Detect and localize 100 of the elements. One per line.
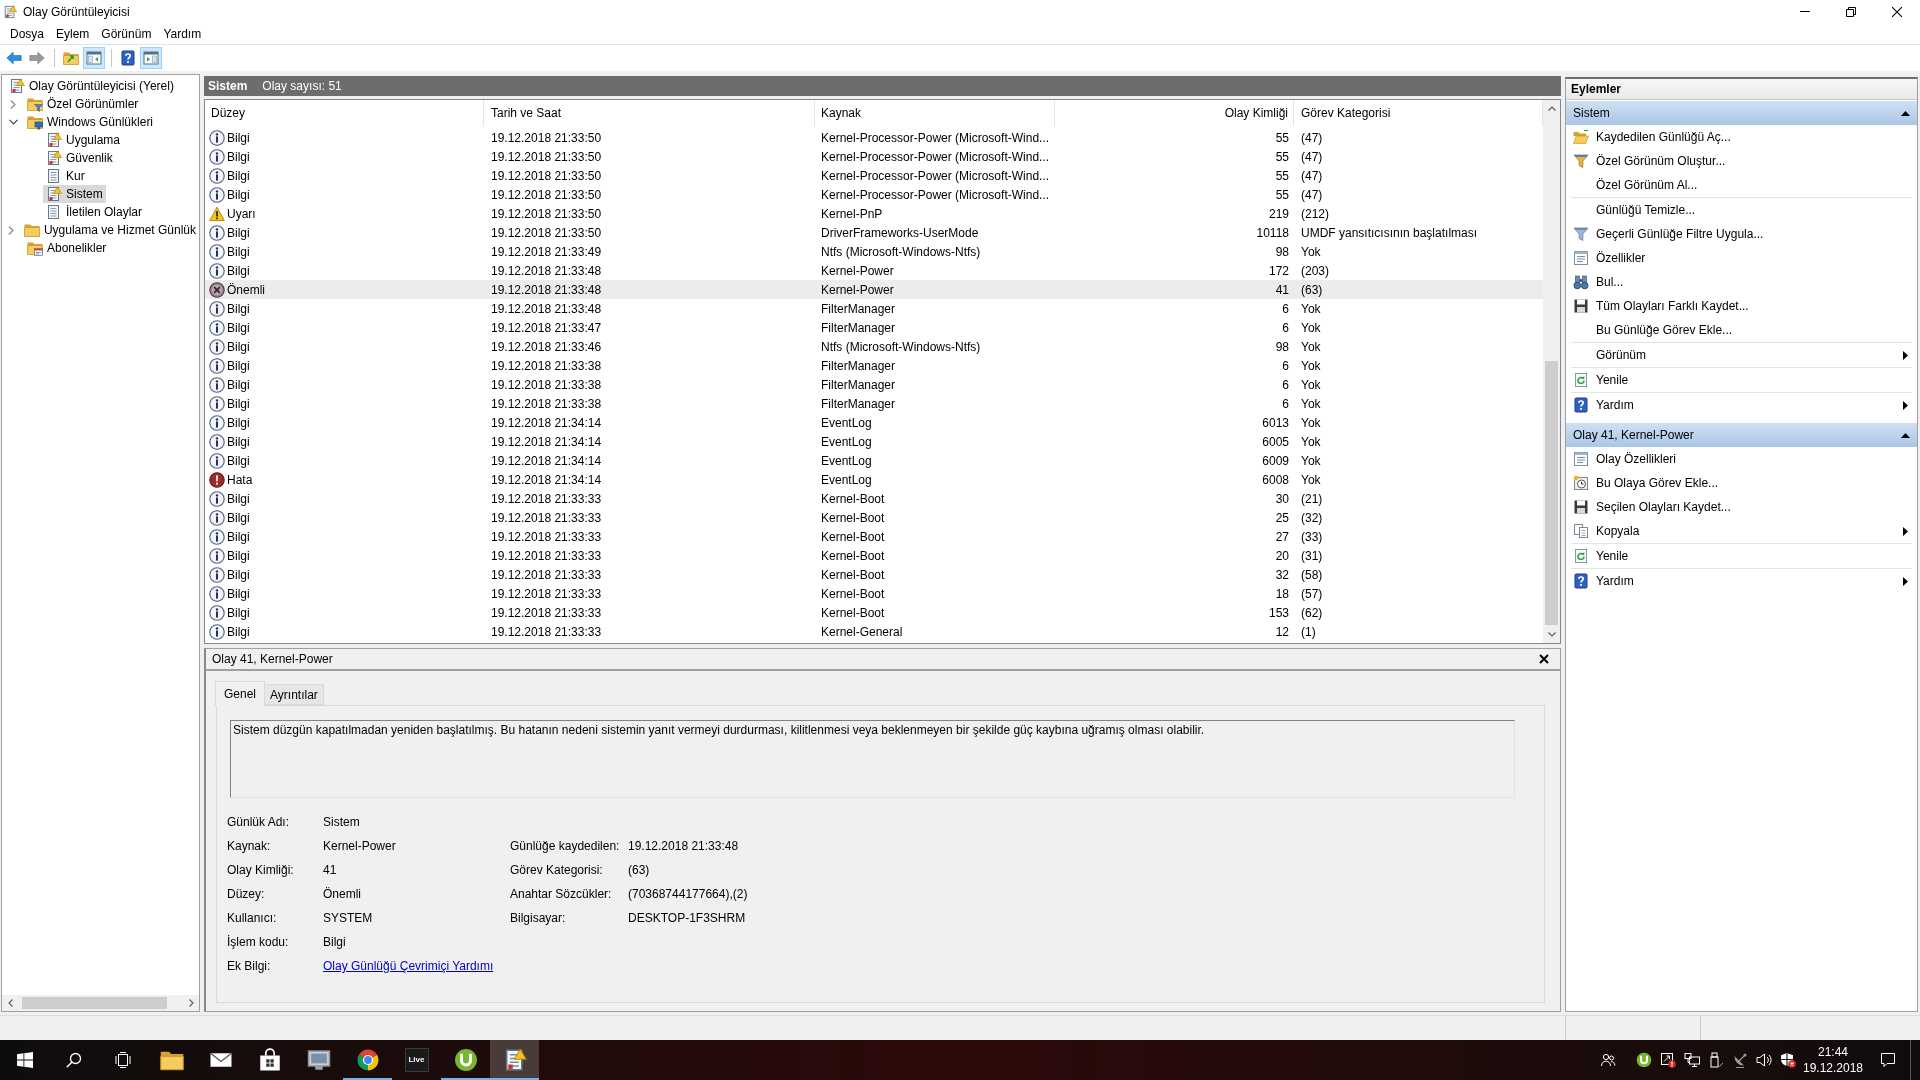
event-row[interactable]: Bilgi 19.12.2018 21:33:33 Kernel-General 12 (1) [205, 622, 1543, 641]
action-item[interactable]: Görünüm [1566, 343, 1917, 367]
event-row[interactable]: Bilgi 19.12.2018 21:33:50 Kernel-Processor-Power (Microsoft-Wind... 55 (47) [205, 185, 1543, 204]
table-cell-text: 19.12.2018 21:33:50 [491, 129, 602, 147]
close-button[interactable] [1538, 653, 1550, 665]
tree-pane-button[interactable] [83, 47, 105, 69]
event-row[interactable]: Önemli 19.12.2018 21:33:48 Kernel-Power 41 (63) [205, 280, 1543, 299]
tree-item[interactable]: İletilen Olaylar [43, 203, 146, 221]
action-item[interactable]: Seçilen Olayları Kaydet... [1566, 495, 1917, 519]
action-item[interactable]: Bu Günlüğe Görev Ekle... [1566, 318, 1917, 342]
table-cell-text: 19.12.2018 21:34:14 [491, 471, 602, 489]
window-list-icon [1573, 250, 1589, 266]
event-row[interactable]: Bilgi 19.12.2018 21:33:47 FilterManager 6 Yok [205, 318, 1543, 337]
table-cell-text: (1) [1301, 623, 1316, 641]
event-row[interactable]: Bilgi 19.12.2018 21:34:14 EventLog 6005 Yok [205, 432, 1543, 451]
action-item[interactable]: Yardım [1566, 569, 1917, 593]
field-value: Önemli [323, 887, 361, 901]
action-pane-button[interactable] [140, 47, 162, 69]
event-row[interactable]: Bilgi 19.12.2018 21:33:33 Kernel-Boot 25 (32) [205, 508, 1543, 527]
column-header[interactable]: Kaynak [821, 104, 862, 122]
column-header[interactable]: Düzey [211, 104, 245, 122]
section-header[interactable]: Sistem [1566, 101, 1917, 125]
field-value: Sistem [323, 815, 360, 829]
info-icon [209, 186, 225, 203]
menu-item[interactable]: Eylem [50, 23, 96, 44]
section-header[interactable]: Olay 41, Kernel-Power [1566, 423, 1917, 447]
action-item[interactable]: Bul... [1566, 270, 1917, 294]
action-item[interactable]: Tüm Olayları Farklı Kaydet... [1566, 294, 1917, 318]
event-row[interactable]: Bilgi 19.12.2018 21:33:33 Kernel-Boot 27 (33) [205, 527, 1543, 546]
column-header[interactable]: Görev Kategorisi [1301, 104, 1391, 122]
event-row[interactable]: Bilgi 19.12.2018 21:33:46 Ntfs (Microsoft-Windows-Ntfs) 98 Yok [205, 337, 1543, 356]
event-row[interactable]: Bilgi 19.12.2018 21:33:50 Kernel-Processor-Power (Microsoft-Wind... 55 (47) [205, 128, 1543, 147]
scrollbar-thumb[interactable] [1545, 361, 1558, 625]
action-item[interactable]: Günlüğü Temizle... [1566, 198, 1917, 222]
event-row[interactable]: Bilgi 19.12.2018 21:33:33 Kernel-Boot 153 (62) [205, 603, 1543, 622]
column-header[interactable]: Tarih ve Saat [491, 104, 562, 122]
info-icon [209, 319, 225, 336]
pane-title: Olay 41, Kernel-Power [212, 651, 333, 668]
action-item[interactable]: Özellikler [1566, 246, 1917, 270]
event-row[interactable]: Bilgi 19.12.2018 21:33:49 Ntfs (Microsoft-Windows-Ntfs) 98 Yok [205, 242, 1543, 261]
table-cell-text: 19.12.2018 21:33:33 [491, 566, 602, 584]
event-row[interactable]: Bilgi 19.12.2018 21:33:38 FilterManager 6 Yok [205, 356, 1543, 375]
table-cell-text: 19.12.2018 21:33:50 [491, 186, 602, 204]
event-row[interactable]: Bilgi 19.12.2018 21:33:50 Kernel-Processor-Power (Microsoft-Wind... 55 (47) [205, 166, 1543, 185]
event-row[interactable]: Bilgi 19.12.2018 21:34:14 EventLog 6009 Yok [205, 451, 1543, 470]
help-link[interactable]: Olay Günlüğü Çevrimiçi Yardımı [323, 959, 494, 973]
event-row[interactable]: Bilgi 19.12.2018 21:33:48 FilterManager 6 Yok [205, 299, 1543, 318]
action-item[interactable]: Özel Görünüm Al... [1566, 173, 1917, 197]
tree-item[interactable]: Güvenlik [43, 149, 116, 167]
action-item[interactable]: Yenile [1566, 544, 1917, 568]
action-item[interactable]: Kaydedilen Günlüğü Aç... [1566, 125, 1917, 149]
tree-item[interactable]: Windows Günlükleri [24, 113, 157, 131]
menu-item[interactable]: Yardım [157, 23, 208, 44]
event-row[interactable]: Uyarı 19.12.2018 21:33:50 Kernel-PnP 219 (212) [205, 204, 1543, 223]
field-label: Ek Bilgi: [227, 959, 271, 973]
table-cell-text: (32) [1301, 509, 1323, 527]
description-field[interactable]: Sistem düzgün kapatılmadan yeniden başlatılmış. Bu hatanın nedeni sistemin yanıt vermeyi durdurması, kilitlenmesi veya beklenmeyen bir şekilde güç kaybına uğramış olması olabilir. [230, 720, 1515, 798]
event-row[interactable]: Bilgi 19.12.2018 21:33:33 Kernel-Boot 18 (57) [205, 584, 1543, 603]
event-row[interactable]: Bilgi 19.12.2018 21:34:14 EventLog 6013 Yok [205, 413, 1543, 432]
table-cell-text: Bilgi [227, 490, 250, 508]
column-header[interactable]: Olay Kimliği [1224, 104, 1288, 122]
scrollbar-thumb[interactable] [22, 997, 167, 1009]
event-row[interactable]: Bilgi 19.12.2018 21:33:33 Kernel-Boot 20 (31) [205, 546, 1543, 565]
tree-item[interactable]: Uygulama ve Hizmet Günlük [20, 221, 199, 239]
taskbar-app[interactable] [490, 1040, 539, 1080]
tree-item[interactable]: Uygulama [43, 131, 124, 149]
table-cell-text: Bilgi [227, 604, 250, 622]
tab[interactable]: Genel [215, 681, 266, 706]
menu-item[interactable]: Dosya [4, 23, 50, 44]
event-row[interactable]: Bilgi 19.12.2018 21:33:50 Kernel-Processor-Power (Microsoft-Wind... 55 (47) [205, 147, 1543, 166]
menu-item[interactable]: Görünüm [95, 23, 158, 44]
action-item[interactable]: Geçerli Günlüğe Filtre Uygula... [1566, 222, 1917, 246]
table-cell-text: (31) [1301, 547, 1323, 565]
table-cell-text: (63) [1301, 281, 1323, 299]
event-row[interactable]: Bilgi 19.12.2018 21:33:33 Kernel-Boot 30 (21) [205, 489, 1543, 508]
table-cell-text: Kernel-General [821, 623, 903, 641]
event-row[interactable]: Bilgi 19.12.2018 21:33:50 DriverFrameworks-UserMode 10118 UMDF yansıtıcısının başlatılması [205, 223, 1543, 242]
action-item[interactable]: Yardım [1566, 393, 1917, 417]
action-item[interactable]: Bu Olaya Görev Ekle... [1566, 471, 1917, 495]
tree-item[interactable]: Abonelikler [24, 239, 110, 257]
tab[interactable]: Ayrıntılar [265, 684, 324, 705]
event-row[interactable]: Bilgi 19.12.2018 21:33:38 FilterManager 6 Yok [205, 375, 1543, 394]
action-item[interactable]: Kopyala [1566, 519, 1917, 543]
action-item[interactable]: Özel Görünüm Oluştur... [1566, 149, 1917, 173]
tree-item[interactable]: Kur [43, 167, 88, 185]
clock-button[interactable]: 21:44 19.12.2018 [1800, 1040, 1866, 1080]
tree-item[interactable]: Özel Görünümler [24, 95, 142, 113]
event-row[interactable]: Bilgi 19.12.2018 21:33:48 Kernel-Power 172 (203) [205, 261, 1543, 280]
close-icon [1892, 6, 1902, 17]
action-item[interactable]: Olay Özellikleri [1566, 447, 1917, 471]
folder-arrow-icon [63, 50, 79, 66]
event-row[interactable]: Bilgi 19.12.2018 21:33:33 Kernel-Boot 32 (58) [205, 565, 1543, 584]
taskbar-app[interactable]: Live [392, 1040, 441, 1080]
tree-item[interactable]: Olay Görüntüleyicisi (Yerel) [6, 77, 177, 95]
refresh-icon [1573, 548, 1589, 564]
event-row[interactable]: Hata 19.12.2018 21:34:14 EventLog 6008 Yok [205, 470, 1543, 489]
event-row[interactable]: Bilgi 19.12.2018 21:33:38 FilterManager 6 Yok [205, 394, 1543, 413]
clock-date: 19.12.2018 [1802, 1060, 1864, 1076]
action-item[interactable]: Yenile [1566, 368, 1917, 392]
tree-item[interactable]: Sistem [43, 185, 106, 203]
